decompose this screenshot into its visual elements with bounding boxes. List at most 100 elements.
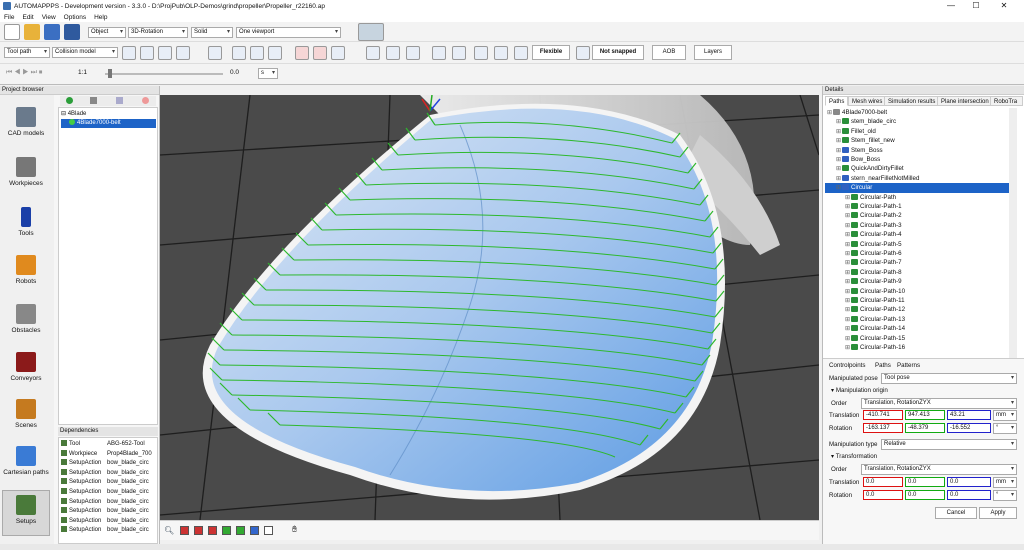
path-tree-item[interactable]: ⊞ Circular-Path-12	[825, 305, 1010, 314]
dependency-row[interactable]: SetupAction bow_blade_circ	[61, 497, 149, 507]
view-bottom-icon[interactable]	[250, 526, 259, 535]
path-tree-item[interactable]: ⊞ Bow_Boss	[825, 155, 1010, 164]
collision-model-select[interactable]: Collision model	[52, 47, 118, 58]
cancel-button[interactable]: Cancel	[935, 507, 977, 519]
snap-tool-icon[interactable]	[268, 46, 282, 60]
viewport-layout-icon[interactable]	[358, 23, 384, 41]
path-tree-item[interactable]: ⊞ Circular-Path-8	[825, 268, 1010, 277]
path-tree-item[interactable]: ⊞ Circular-Path-9	[825, 277, 1010, 286]
dependency-row[interactable]: SetupAction bow_blade_circ	[61, 507, 149, 516]
dependency-row[interactable]: SetupAction bow_blade_circ	[61, 488, 149, 497]
translation2-y-input[interactable]: 0.0	[905, 477, 945, 487]
menu-help[interactable]: Help	[90, 14, 111, 21]
mirror-path-icon[interactable]	[432, 46, 446, 60]
dependency-row[interactable]: Tool ABG-652-Tool	[61, 440, 145, 449]
tab-paths[interactable]: Paths	[825, 96, 849, 106]
rotation2-x-input[interactable]: 0.0	[863, 490, 903, 500]
path-tree-item[interactable]: ⊞ Circular-Path	[825, 193, 1010, 202]
view-iso-icon[interactable]	[264, 526, 273, 535]
menu-file[interactable]: File	[0, 14, 18, 21]
view-front-icon[interactable]	[180, 526, 189, 535]
aob-button[interactable]: AOB	[652, 45, 686, 60]
path-link-icon[interactable]	[158, 46, 172, 60]
rotation-z-input[interactable]: -16.552	[947, 423, 991, 433]
tree-item-setup[interactable]: 4Blade7000-belt	[61, 119, 156, 128]
path-tree-item[interactable]: ⊞ Circular-Path-1	[825, 202, 1010, 211]
translation-x-input[interactable]: -410.741	[863, 410, 903, 420]
nav-cartesian-paths[interactable]: Cartesian paths	[2, 442, 50, 488]
path-tree-scrollbar[interactable]	[1009, 108, 1017, 358]
delete-icon[interactable]	[142, 97, 149, 104]
nav-robots[interactable]: Robots	[2, 251, 50, 297]
minimize-button[interactable]: —	[941, 0, 961, 12]
rotation-y-input[interactable]: -48.379	[905, 423, 945, 433]
transformation-header[interactable]: ▾ Transformation	[831, 453, 877, 460]
view-right-icon[interactable]	[236, 526, 245, 535]
path-edit-icon[interactable]	[122, 46, 136, 60]
path-tree-item[interactable]: ⊞ Circular-Path-14	[825, 324, 1010, 333]
align-path-icon[interactable]	[452, 46, 466, 60]
split-path-icon[interactable]	[386, 46, 400, 60]
view-left-icon[interactable]	[222, 526, 231, 535]
tab-paths-bottom[interactable]: Paths	[875, 362, 891, 369]
order2-select[interactable]: Translation, RotationZYX	[861, 464, 1017, 475]
save-icon[interactable]	[44, 24, 60, 40]
translation2-z-input[interactable]: 0.0	[947, 477, 991, 487]
order-select[interactable]: Translation, RotationZYX	[861, 398, 1017, 409]
dependency-row[interactable]: Workpiece Prop4Blade_700	[61, 449, 152, 459]
menu-view[interactable]: View	[38, 14, 60, 21]
tab-patterns[interactable]: Patterns	[897, 362, 920, 369]
speed-value[interactable]: 1:1	[78, 69, 87, 76]
path-select-icon[interactable]	[208, 46, 222, 60]
path-tree-item[interactable]: ⊞ Stem_Boss	[825, 146, 1010, 155]
path-tree-item[interactable]: ⊞ Circular-Path-5	[825, 240, 1010, 249]
save-icon[interactable]	[90, 97, 97, 104]
dependency-row[interactable]: SetupAction bow_blade_circ	[61, 478, 149, 487]
path-spline-icon[interactable]	[176, 46, 190, 60]
dependency-row[interactable]: SetupAction bow_blade_circ	[61, 526, 149, 535]
collision-check-icon[interactable]	[295, 46, 309, 60]
manipulated-pose-select[interactable]: Tool pose	[881, 373, 1017, 384]
snap-grid-icon[interactable]	[576, 46, 590, 60]
object-select[interactable]: Object	[88, 27, 126, 38]
save-all-icon[interactable]	[64, 24, 80, 40]
path-tree-item[interactable]: ⊞ Circular-Path-3	[825, 221, 1010, 230]
3d-viewport[interactable]	[160, 95, 819, 520]
path-tree-item[interactable]: ⊞ Circular-Path-13	[825, 315, 1010, 324]
viewport-layout-select[interactable]: One viewport	[236, 27, 341, 38]
tab-plane-intersection[interactable]: Plane intersection	[937, 96, 993, 106]
time-unit-select[interactable]: s	[258, 68, 278, 79]
path-tree-item[interactable]: ⊞ Circular-Path-15	[825, 334, 1010, 343]
path-tree-item[interactable]: ⊞ Circular-Path-4	[825, 230, 1010, 239]
close-button[interactable]: ✕	[994, 0, 1014, 12]
scene-render[interactable]	[160, 95, 819, 520]
rotation-unit-select[interactable]: °	[993, 423, 1017, 434]
shading-select[interactable]: Solid	[191, 27, 233, 38]
nav-workpieces[interactable]: Workpieces	[2, 153, 50, 199]
dependency-row[interactable]: SetupAction bow_blade_circ	[61, 516, 149, 526]
add-icon[interactable]	[66, 97, 73, 104]
path-tree-item[interactable]: ⊞ QuickAndDirtyFillet	[825, 164, 1010, 173]
stop-icon[interactable]	[313, 46, 327, 60]
maximize-button[interactable]: ☐	[966, 0, 986, 12]
translation-z-input[interactable]: 43.21	[947, 410, 991, 420]
measure-icon[interactable]	[494, 46, 508, 60]
tab-controlpoints[interactable]: Controlpoints	[829, 362, 865, 369]
tab-robotrack[interactable]: RoboTra	[990, 96, 1023, 106]
manipulation-origin-header[interactable]: ▾ Manipulation origin	[831, 387, 888, 394]
view-back-icon[interactable]	[194, 526, 203, 535]
path-tree-item[interactable]: ⊞ Circular-Path-6	[825, 249, 1010, 258]
path-tree-item[interactable]: ⊞ Fillet_old	[825, 127, 1010, 136]
tree-root[interactable]: ⊟ 4Blade	[61, 110, 86, 119]
manipulation-type-select[interactable]: Relative	[881, 439, 1017, 450]
path-tree-item[interactable]: ⊞ Circular	[825, 183, 1010, 193]
translation2-x-input[interactable]: 0.0	[863, 477, 903, 487]
snap-mode-select[interactable]: Not snapped	[592, 45, 644, 60]
view-top-icon[interactable]	[208, 526, 217, 535]
translation-y-input[interactable]: 947.413	[905, 410, 945, 420]
tab-simulation-results[interactable]: Simulation results	[884, 96, 940, 106]
path-offset-icon[interactable]	[514, 46, 528, 60]
playback-controls-icon[interactable]: ⏮ ◀ ▶ ⏭ ⏹	[6, 69, 42, 77]
nav-cad-models[interactable]: CAD models	[2, 103, 50, 149]
nav-setups[interactable]: Setups	[2, 490, 50, 536]
